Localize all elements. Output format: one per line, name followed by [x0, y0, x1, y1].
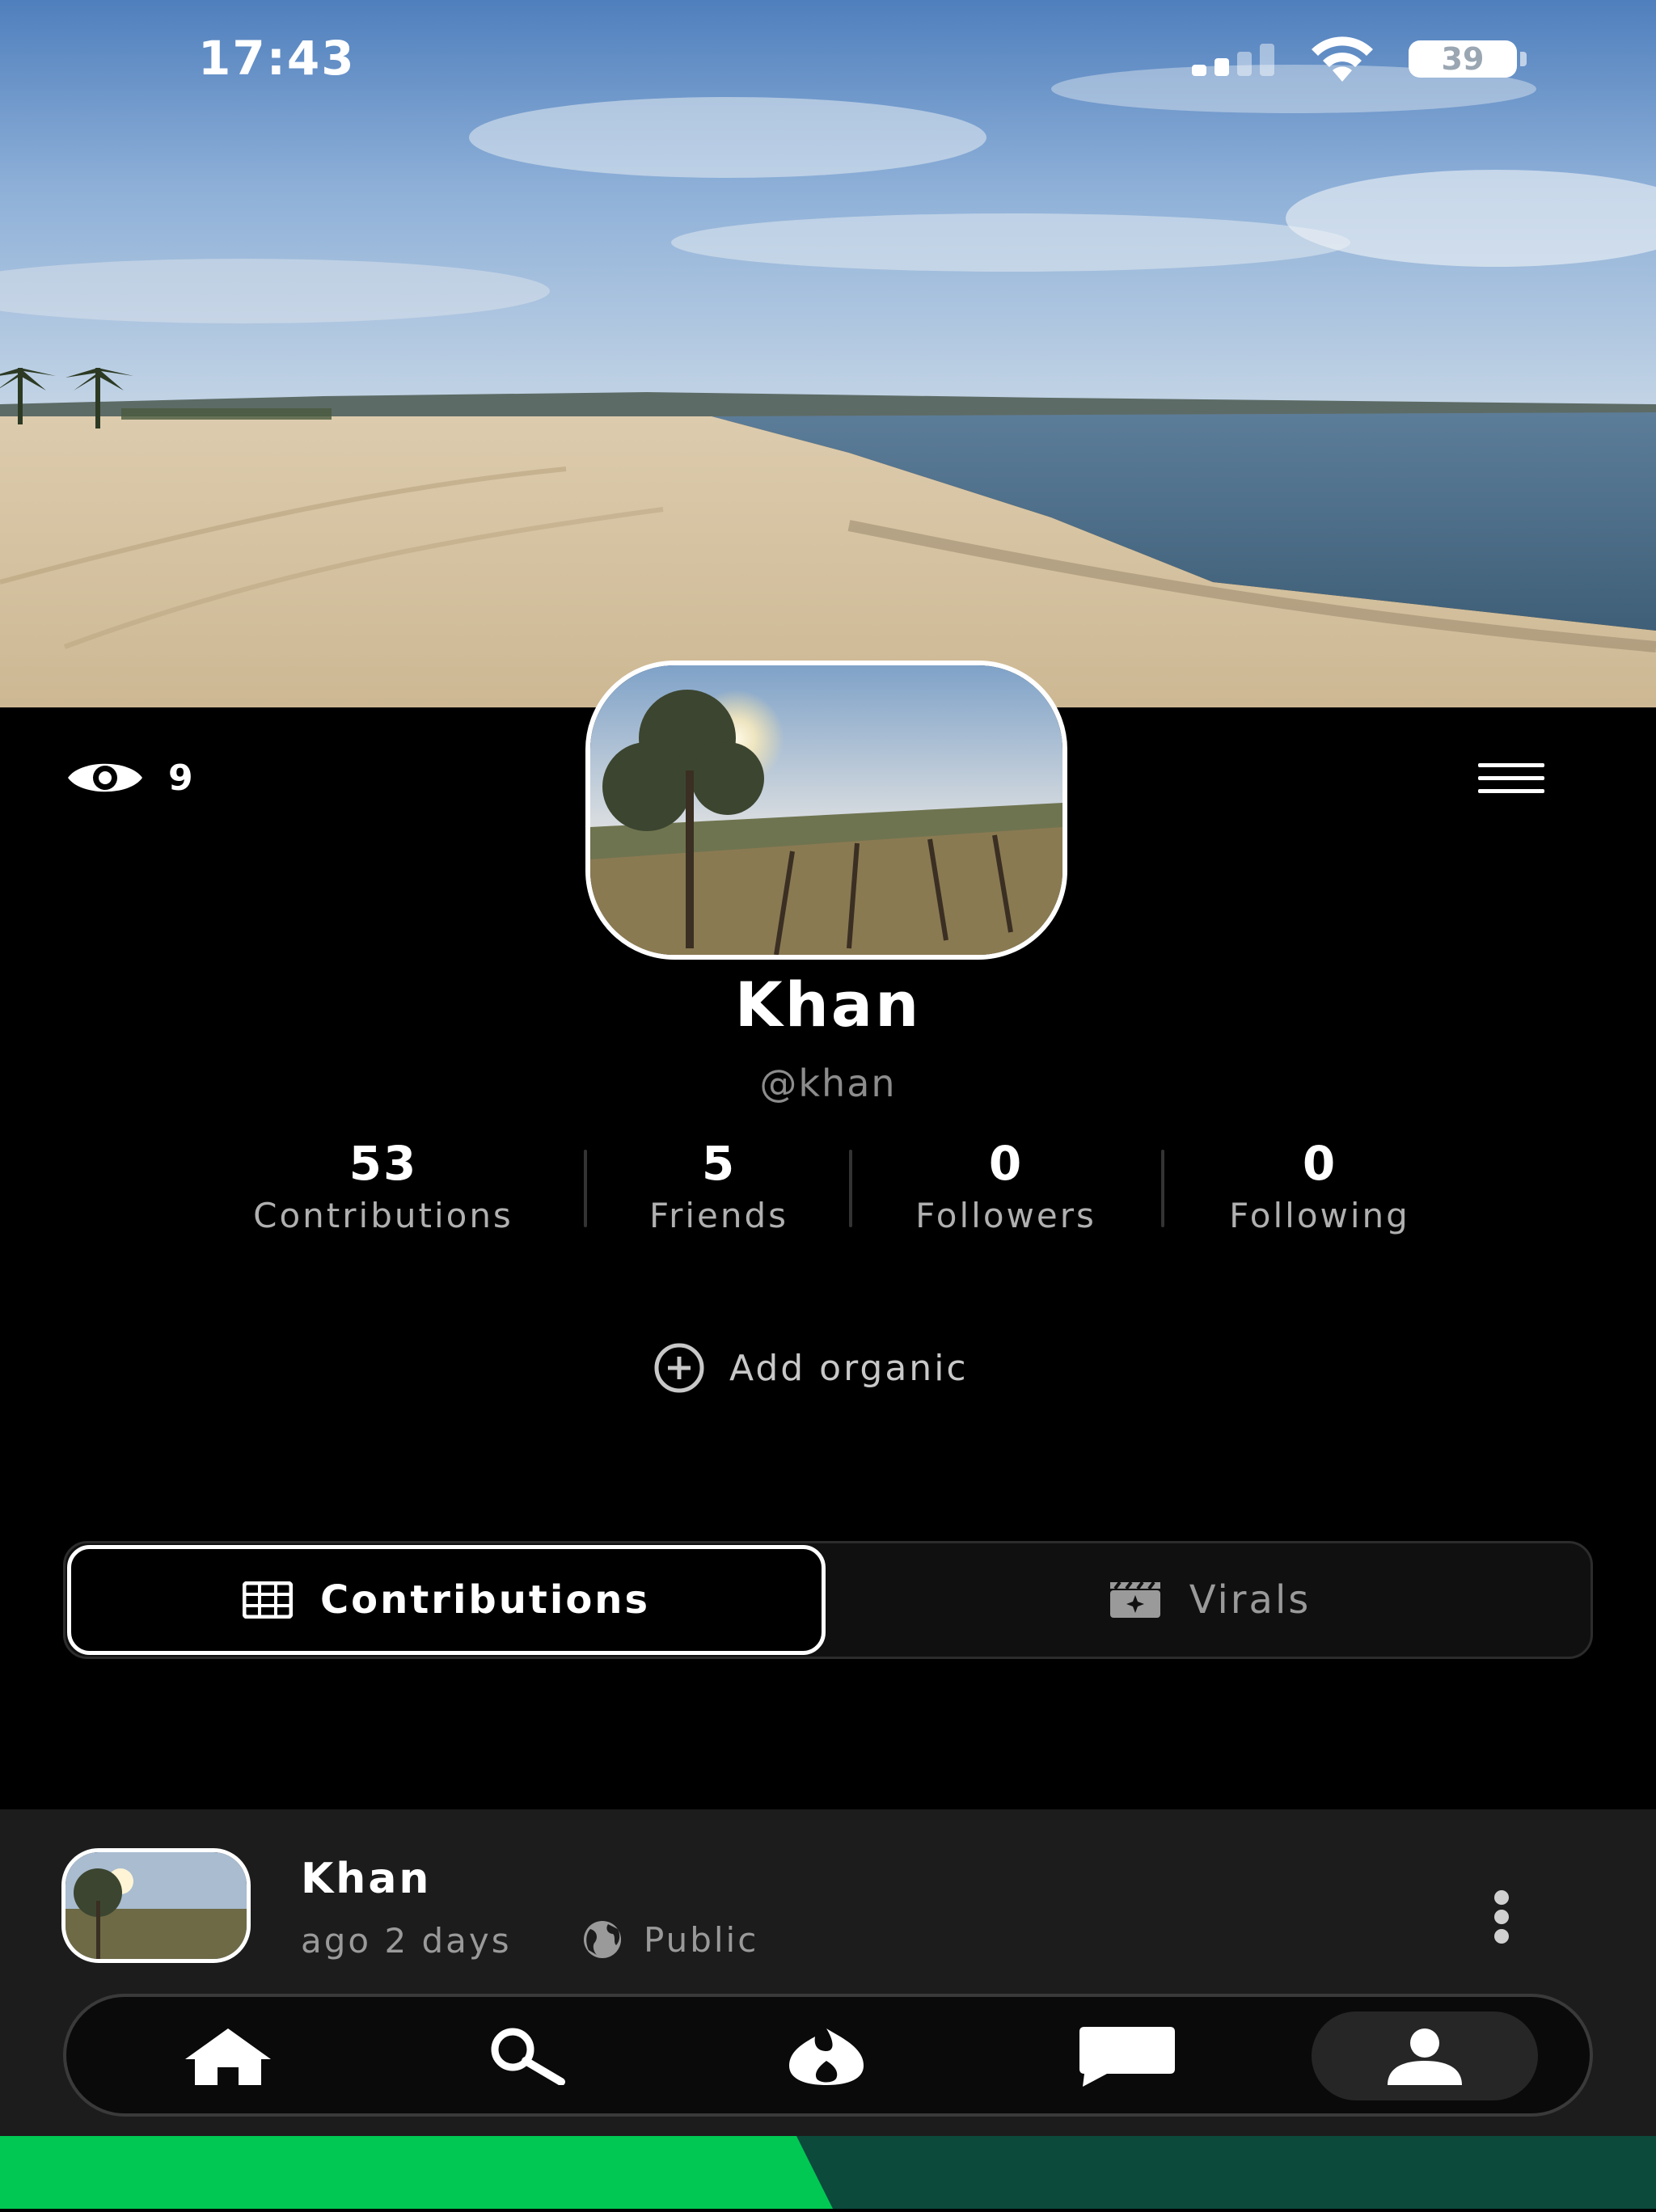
bottom-navigation — [63, 1994, 1593, 2117]
stat-friends[interactable]: 5 Friends — [624, 1136, 813, 1235]
stat-label: Following — [1229, 1196, 1410, 1235]
profile-avatar[interactable] — [585, 661, 1067, 960]
post-privacy: Public — [581, 1918, 758, 1961]
menu-button[interactable] — [1478, 763, 1544, 794]
search-icon — [491, 2028, 565, 2085]
wifi-icon — [1303, 36, 1381, 82]
username-handle: @khan — [759, 1062, 897, 1105]
post-timestamp: ago 2 days — [301, 1921, 512, 1961]
stat-value: 0 — [1302, 1136, 1337, 1191]
person-icon — [1388, 2028, 1462, 2085]
flame-leaf-icon — [789, 2028, 864, 2085]
add-organic-button[interactable]: Add organic — [653, 1342, 969, 1394]
battery-indicator: 39 — [1409, 40, 1528, 78]
nav-profile[interactable] — [1312, 2011, 1538, 2100]
stat-value: 53 — [349, 1136, 418, 1191]
post-author-name[interactable]: Khan — [301, 1855, 431, 1903]
bottom-banner — [0, 2136, 1656, 2209]
stat-divider — [584, 1150, 587, 1227]
nav-messages[interactable] — [1062, 2011, 1192, 2100]
eye-icon — [68, 763, 142, 792]
stat-following[interactable]: 0 Following — [1208, 1136, 1431, 1235]
profile-tabs: Contributions Virals — [63, 1541, 1593, 1659]
more-options-icon[interactable] — [1489, 1890, 1514, 1944]
chat-bubble-icon — [1079, 2027, 1175, 2087]
stat-contributions[interactable]: 53 Contributions — [228, 1136, 539, 1235]
nav-organic[interactable] — [762, 2011, 891, 2100]
stat-value: 5 — [701, 1136, 737, 1191]
post-privacy-label: Public — [644, 1919, 759, 1960]
status-time: 17:43 — [198, 31, 356, 86]
stat-followers[interactable]: 0 Followers — [894, 1136, 1117, 1235]
tab-contributions[interactable]: Contributions — [67, 1545, 826, 1655]
nav-home[interactable] — [163, 2011, 293, 2100]
tab-virals-label: Virals — [1189, 1577, 1312, 1623]
stat-label: Friends — [648, 1196, 789, 1235]
cover-photo — [0, 0, 1656, 707]
stat-divider — [1161, 1150, 1164, 1227]
post-author-avatar[interactable] — [61, 1848, 251, 1963]
tab-virals[interactable]: Virals — [834, 1545, 1586, 1655]
add-organic-label: Add organic — [729, 1347, 969, 1389]
nav-search[interactable] — [459, 2011, 589, 2100]
display-name: Khan — [734, 969, 922, 1041]
stat-label: Followers — [915, 1196, 1096, 1235]
cellular-signal-icon — [1192, 42, 1281, 76]
views-count: 9 — [168, 757, 193, 799]
grid-icon — [242, 1581, 293, 1619]
clapperboard-sparkle-icon — [1109, 1581, 1160, 1618]
globe-icon — [584, 1921, 621, 1958]
stat-divider — [849, 1150, 852, 1227]
stat-label: Contributions — [253, 1196, 513, 1235]
home-icon — [185, 2028, 271, 2085]
tab-contributions-label: Contributions — [319, 1577, 651, 1623]
profile-views[interactable]: 9 — [65, 756, 193, 800]
add-circle-icon — [654, 1343, 704, 1393]
stat-value: 0 — [988, 1136, 1024, 1191]
battery-level: 39 — [1441, 41, 1485, 77]
